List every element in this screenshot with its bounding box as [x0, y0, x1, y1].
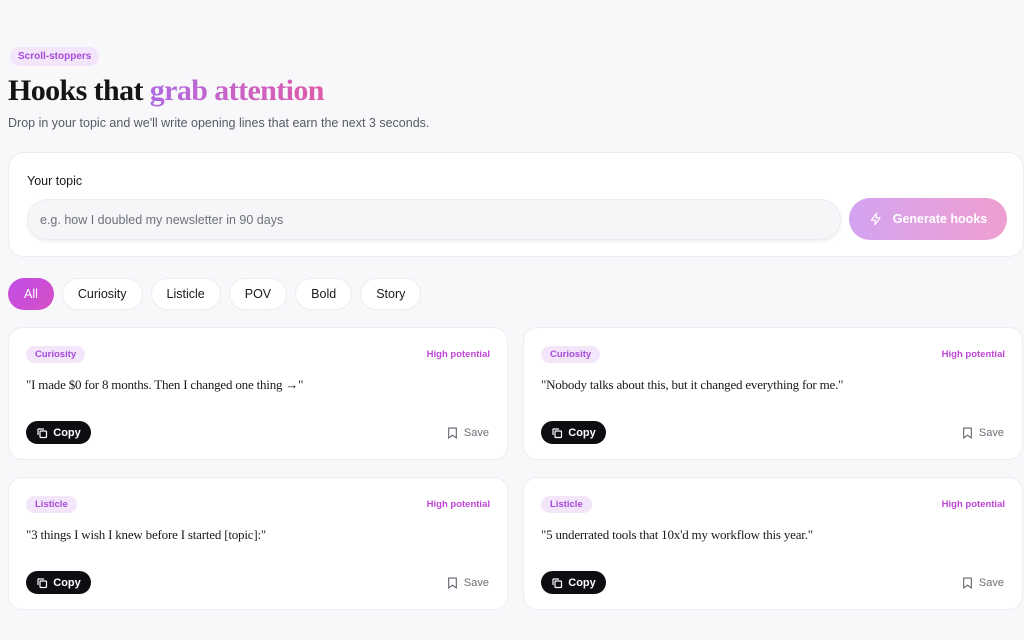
page-title: Hooks that grab attention [8, 74, 324, 108]
hook-card: Curiosity High potential "I made $0 for … [8, 327, 508, 460]
eyebrow-badge: Scroll-stoppers [10, 47, 100, 66]
copy-icon [37, 427, 48, 438]
potential-badge: High potential [941, 349, 1005, 360]
potential-badge: High potential [941, 499, 1005, 510]
topic-label: Your topic [27, 174, 83, 188]
copy-button[interactable]: Copy [541, 421, 606, 444]
bolt-icon [870, 212, 881, 226]
bookmark-icon [448, 577, 457, 589]
hook-tag: Listicle [541, 496, 592, 513]
save-label: Save [978, 427, 1004, 439]
page-subtitle: Drop in your topic and we'll write openi… [8, 116, 430, 130]
hook-card: Listicle High potential "5 underrated to… [523, 477, 1023, 610]
copy-icon [37, 577, 48, 588]
save-label: Save [463, 577, 489, 589]
bookmark-icon [963, 577, 972, 589]
bookmark-icon [963, 427, 972, 439]
copy-label: Copy [53, 426, 81, 439]
filter-story[interactable]: Story [360, 278, 422, 310]
filter-all[interactable]: All [8, 278, 54, 310]
hook-text: "5 underrated tools that 10x'd my workfl… [541, 527, 813, 542]
copy-button[interactable]: Copy [26, 571, 91, 594]
hook-tag: Listicle [26, 496, 77, 513]
topic-input[interactable] [27, 199, 841, 240]
filter-chips: All Curiosity Listicle POV Bold Story [8, 278, 422, 310]
filter-pov[interactable]: POV [228, 278, 288, 310]
filter-listicle[interactable]: Listicle [150, 278, 221, 310]
filter-curiosity[interactable]: Curiosity [61, 278, 143, 310]
save-button[interactable]: Save [962, 574, 1004, 592]
copy-button[interactable]: Copy [26, 421, 91, 444]
save-button[interactable]: Save [447, 574, 489, 592]
topic-card: Your topic Generate hooks [8, 152, 1024, 257]
copy-label: Copy [53, 576, 81, 589]
hook-text: "3 things I wish I knew before I started… [26, 527, 266, 542]
copy-button[interactable]: Copy [541, 571, 606, 594]
hook-tag: Curiosity [26, 346, 86, 363]
hook-card: Curiosity High potential "Nobody talks a… [523, 327, 1023, 460]
filter-bold[interactable]: Bold [295, 278, 353, 310]
hook-text: "Nobody talks about this, but it changed… [541, 377, 844, 392]
potential-badge: High potential [426, 349, 490, 360]
copy-icon [552, 577, 563, 588]
generate-hooks-label: Generate hooks [892, 212, 988, 226]
potential-badge: High potential [426, 499, 490, 510]
hook-text: "I made $0 for 8 months. Then I changed … [26, 377, 304, 392]
title-plain: Hooks that [8, 74, 143, 107]
copy-label: Copy [568, 426, 596, 439]
save-label: Save [463, 427, 489, 439]
copy-label: Copy [568, 576, 596, 589]
copy-icon [552, 427, 563, 438]
bookmark-icon [448, 427, 457, 439]
title-accent: grab attention [149, 74, 325, 107]
hook-tag: Curiosity [541, 346, 601, 363]
save-label: Save [978, 577, 1004, 589]
save-button[interactable]: Save [447, 424, 489, 442]
save-button[interactable]: Save [962, 424, 1004, 442]
hook-card: Listicle High potential "3 things I wish… [8, 477, 508, 610]
generate-hooks-button[interactable]: Generate hooks [849, 198, 1007, 240]
